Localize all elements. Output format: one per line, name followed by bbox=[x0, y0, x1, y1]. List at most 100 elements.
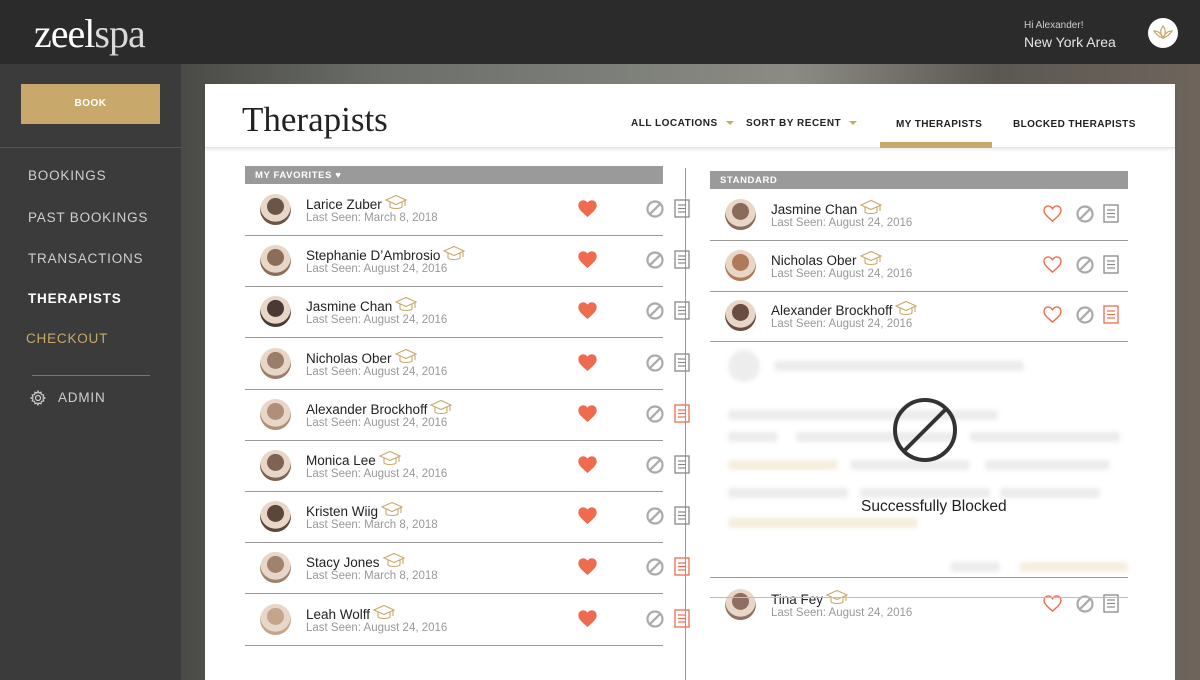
tab-my-therapists[interactable]: MY THERAPISTS bbox=[896, 119, 982, 130]
note-icon[interactable] bbox=[1103, 305, 1120, 329]
note-icon[interactable] bbox=[674, 404, 691, 428]
list-item: Stephanie D’Ambrosio Last Seen: August 2… bbox=[245, 236, 690, 288]
last-seen: Last Seen: August 24, 2016 bbox=[306, 468, 448, 480]
list-item: Monica Lee Last Seen: August 24, 2016 bbox=[245, 441, 690, 492]
last-seen: Last Seen: August 24, 2016 bbox=[306, 416, 448, 429]
divider bbox=[0, 147, 181, 148]
block-icon[interactable] bbox=[646, 456, 664, 479]
divider bbox=[710, 597, 1128, 598]
note-icon[interactable] bbox=[674, 250, 691, 274]
greeting: Hi Alexander! bbox=[1024, 20, 1084, 31]
favorite-heart-icon[interactable] bbox=[578, 353, 597, 376]
therapist-photo[interactable] bbox=[260, 347, 291, 379]
block-icon[interactable] bbox=[1076, 255, 1094, 279]
favorite-heart-icon[interactable] bbox=[578, 558, 597, 580]
favorite-heart-icon[interactable] bbox=[578, 302, 597, 324]
last-seen: Last Seen: March 8, 2018 bbox=[306, 570, 438, 583]
therapist-photo[interactable] bbox=[260, 194, 291, 225]
favorite-heart-icon[interactable] bbox=[578, 405, 597, 427]
list-item: Tina Fey Last Seen: August 24, 2016 bbox=[710, 580, 1128, 631]
list-item: Leah Wolff Last Seen: August 24, 2016 bbox=[245, 595, 690, 646]
list-item: Jasmine Chan Last Seen: August 24, 2016 bbox=[710, 190, 1128, 241]
therapist-photo[interactable] bbox=[725, 199, 756, 230]
block-icon[interactable] bbox=[646, 353, 664, 377]
therapist-photo[interactable] bbox=[260, 603, 291, 635]
divider bbox=[32, 375, 150, 376]
locations-dropdown[interactable]: ALL LOCATIONS bbox=[631, 118, 734, 129]
admin-label: ADMIN bbox=[58, 390, 106, 405]
note-icon[interactable] bbox=[674, 506, 691, 530]
lotus-icon bbox=[1153, 25, 1173, 40]
note-icon[interactable] bbox=[674, 199, 691, 223]
note-icon[interactable] bbox=[674, 352, 691, 377]
therapist-photo[interactable] bbox=[725, 249, 756, 281]
block-icon bbox=[893, 398, 957, 462]
sidebar: BOOK BOOKINGS PAST BOOKINGS TRANSACTIONS… bbox=[0, 64, 181, 680]
favorite-heart-icon[interactable] bbox=[578, 609, 597, 632]
user-avatar[interactable] bbox=[1148, 18, 1178, 48]
block-icon[interactable] bbox=[646, 251, 664, 274]
favorite-heart-icon[interactable] bbox=[1043, 255, 1062, 278]
last-seen: Last Seen: August 24, 2016 bbox=[306, 314, 448, 327]
sidebar-item-past-bookings[interactable]: PAST BOOKINGS bbox=[28, 210, 148, 225]
divider bbox=[710, 577, 1128, 578]
book-button[interactable]: BOOK bbox=[21, 84, 160, 124]
block-icon[interactable] bbox=[646, 302, 664, 325]
list-item: Kristen Wiig Last Seen: March 8, 2018 bbox=[245, 492, 690, 544]
list-item: Larice Zuber Last Seen: March 8, 2018 bbox=[245, 185, 690, 236]
therapist-photo[interactable] bbox=[260, 245, 291, 277]
therapist-photo[interactable] bbox=[725, 300, 756, 331]
logo[interactable]: zeelspa bbox=[34, 10, 146, 57]
panel-header: Therapists ALL LOCATIONS SORT BY RECENT … bbox=[205, 84, 1175, 148]
location-label[interactable]: New York Area bbox=[1024, 34, 1116, 50]
block-icon[interactable] bbox=[646, 405, 664, 428]
last-seen: Last Seen: August 24, 2016 bbox=[306, 263, 448, 276]
favorite-heart-icon[interactable] bbox=[578, 251, 597, 273]
favorite-heart-icon[interactable] bbox=[1043, 205, 1062, 227]
last-seen: Last Seen: August 24, 2016 bbox=[771, 318, 913, 330]
therapist-photo[interactable] bbox=[260, 450, 291, 481]
therapist-photo[interactable] bbox=[260, 552, 291, 584]
list-item: Nicholas Ober Last Seen: August 24, 2016 bbox=[710, 241, 1128, 292]
note-icon[interactable] bbox=[1103, 254, 1120, 279]
block-icon[interactable] bbox=[1076, 595, 1094, 618]
block-icon[interactable] bbox=[1076, 205, 1094, 228]
active-tab-indicator bbox=[880, 142, 992, 148]
block-icon[interactable] bbox=[646, 200, 664, 223]
sidebar-item-admin[interactable]: ADMIN bbox=[29, 390, 106, 407]
last-seen: Last Seen: August 24, 2016 bbox=[771, 267, 913, 280]
sidebar-item-bookings[interactable]: BOOKINGS bbox=[28, 168, 106, 183]
note-icon[interactable] bbox=[674, 608, 691, 633]
note-icon[interactable] bbox=[674, 557, 691, 581]
therapist-photo[interactable] bbox=[260, 296, 291, 328]
favorite-heart-icon[interactable] bbox=[578, 200, 597, 222]
list-item: Jasmine Chan Last Seen: August 24, 2016 bbox=[245, 287, 690, 339]
note-icon[interactable] bbox=[1103, 204, 1120, 228]
sidebar-item-checkout[interactable]: CHECKOUT bbox=[26, 331, 108, 346]
favorite-heart-icon[interactable] bbox=[578, 507, 597, 529]
favorite-heart-icon[interactable] bbox=[1043, 306, 1062, 328]
favorite-heart-icon[interactable] bbox=[1043, 595, 1062, 617]
caret-down-icon bbox=[849, 121, 858, 126]
last-seen: Last Seen: August 24, 2016 bbox=[306, 621, 448, 634]
block-icon[interactable] bbox=[646, 558, 664, 581]
standard-header: STANDARD bbox=[710, 171, 1128, 189]
sidebar-item-therapists[interactable]: THERAPISTS bbox=[28, 291, 122, 306]
block-icon[interactable] bbox=[646, 507, 664, 530]
list-item: Alexander Brockhoff Last Seen: August 24… bbox=[245, 390, 690, 441]
therapist-photo[interactable] bbox=[725, 589, 756, 620]
last-seen: Last Seen: August 24, 2016 bbox=[771, 607, 913, 619]
sort-dropdown[interactable]: SORT BY RECENT bbox=[746, 118, 858, 129]
note-icon[interactable] bbox=[674, 301, 691, 325]
tab-blocked-therapists[interactable]: BLOCKED THERAPISTS bbox=[1013, 119, 1136, 130]
favorite-heart-icon[interactable] bbox=[578, 456, 597, 478]
therapist-photo[interactable] bbox=[260, 501, 291, 533]
note-icon[interactable] bbox=[674, 455, 691, 479]
sidebar-item-transactions[interactable]: TRANSACTIONS bbox=[28, 251, 143, 266]
therapist-photo[interactable] bbox=[260, 398, 291, 430]
last-seen: Last Seen: August 24, 2016 bbox=[771, 217, 913, 229]
block-icon[interactable] bbox=[1076, 306, 1094, 329]
blocked-message: Successfully Blocked bbox=[861, 498, 1007, 515]
last-seen: Last Seen: March 8, 2018 bbox=[306, 212, 438, 224]
block-icon[interactable] bbox=[646, 609, 664, 633]
